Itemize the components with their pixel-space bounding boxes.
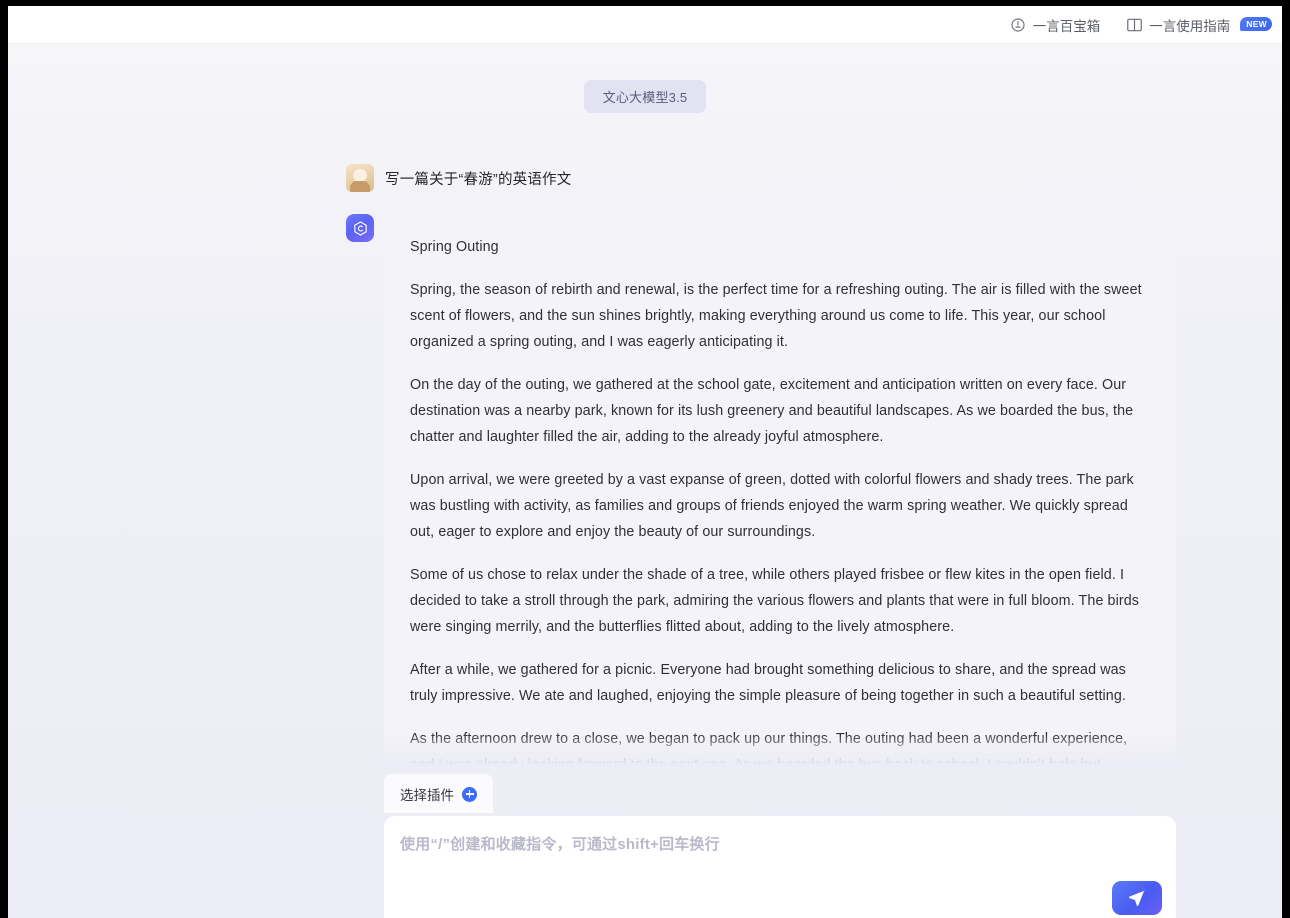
answer-paragraph: Some of us chose to relax under the shad… [410, 567, 1140, 635]
ernie-bot-avatar [346, 214, 374, 242]
treasure-box-icon [1010, 16, 1027, 33]
model-badge-container: 文心大模型3.5 [8, 80, 1282, 113]
send-paper-plane-icon [1128, 889, 1145, 906]
user-avatar [346, 164, 374, 192]
answer-paragraph: After a while, we gathered for a picnic.… [410, 662, 1126, 704]
send-button[interactable] [1112, 881, 1162, 915]
user-message: 写一篇关于“春游”的英语作文 [346, 164, 571, 192]
answer-paragraph: On the day of the outing, we gathered at… [410, 377, 1134, 445]
top-bar: 一言百宝箱 一言使用指南 NEW [8, 6, 1282, 44]
answer-paragraph: As the afternoon drew to a close, we beg… [410, 731, 1128, 764]
nav-item-treasure-box-label: 一言百宝箱 [1032, 18, 1101, 34]
book-guide-icon [1126, 16, 1143, 33]
nav-item-treasure-box[interactable]: 一言百宝箱 [1010, 15, 1101, 35]
select-plugin-button[interactable]: 选择插件 [384, 774, 493, 813]
select-plugin-label: 选择插件 [400, 788, 454, 803]
nav-item-user-guide[interactable]: 一言使用指南 NEW [1126, 15, 1272, 35]
app-window: 一言百宝箱 一言使用指南 NEW 文心大模型3.5 写一篇关于“春游”的英语作文 [8, 6, 1282, 918]
answer-paragraph: Upon arrival, we were greeted by a vast … [410, 472, 1134, 540]
message-composer[interactable]: 使用“/”创建和收藏指令，可通过shift+回车换行 [384, 816, 1176, 918]
plus-circle-icon [462, 786, 477, 802]
user-message-text: 写一篇关于“春游”的英语作文 [385, 171, 572, 188]
composer-placeholder: 使用“/”创建和收藏指令，可通过shift+回车换行 [400, 836, 720, 853]
new-badge: NEW [1240, 16, 1272, 31]
assistant-answer-card: Spring Outing Spring, the season of rebi… [384, 214, 1176, 764]
answer-paragraph: Spring, the season of rebirth and renewa… [410, 282, 1142, 350]
nav-item-user-guide-label: 一言使用指南 [1149, 18, 1231, 34]
chat-thread: 写一篇关于“春游”的英语作文 Spring Outing Spring, the… [8, 119, 1282, 764]
main-content: 文心大模型3.5 写一篇关于“春游”的英语作文 Spring Outing Sp… [8, 44, 1282, 918]
answer-title: Spring Outing [410, 239, 499, 255]
model-badge: 文心大模型3.5 [583, 80, 707, 113]
